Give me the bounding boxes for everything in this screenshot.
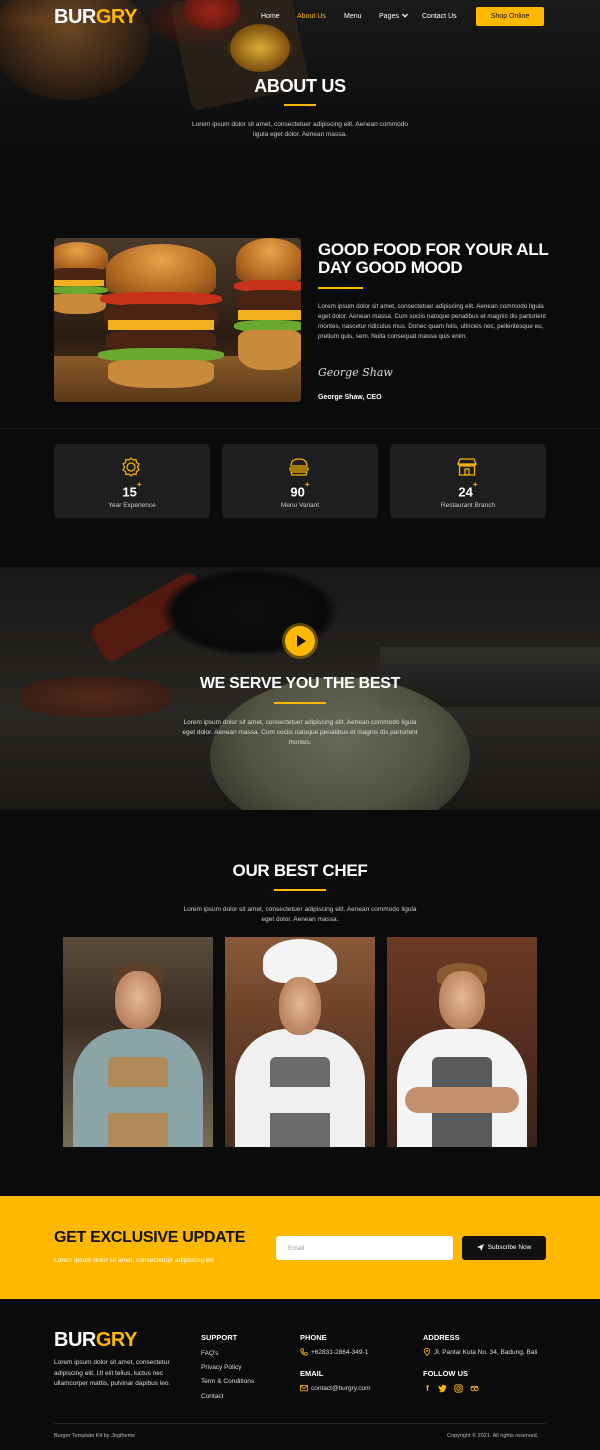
- stat-label: Restaurant Branch: [440, 502, 496, 509]
- copyright: Copyright © 2021. All rights reserved.: [447, 1433, 539, 1439]
- footer-link-contact[interactable]: Contact: [201, 1393, 223, 1400]
- chef-photo: [387, 937, 537, 1147]
- support-heading: SUPPORT: [201, 1333, 238, 1342]
- chef-underline: [274, 889, 326, 891]
- hero-description: Lorem ipsum dolor sit amet, consectetuer…: [191, 121, 409, 138]
- footer-link-terms[interactable]: Term & Conditions: [201, 1378, 254, 1385]
- phone-icon: [300, 1348, 308, 1356]
- chef-description: Lorem ipsum dolor sit amet, consectetuer…: [183, 906, 417, 923]
- stat-value: 90: [290, 484, 305, 500]
- page-title: ABOUT US: [254, 76, 346, 96]
- phone-number[interactable]: +62831-2864-349-1: [311, 1349, 368, 1356]
- email-heading: EMAIL: [300, 1369, 324, 1378]
- stat-value: 15: [122, 484, 137, 500]
- subscribe-button[interactable]: Subscribe Now: [462, 1236, 546, 1260]
- send-icon: [476, 1243, 484, 1251]
- footer-logo[interactable]: BURGRY: [54, 1329, 137, 1352]
- twitter-icon[interactable]: [438, 1384, 447, 1393]
- burgers-image: [54, 238, 301, 402]
- phone-heading: PHONE: [300, 1333, 327, 1342]
- newsletter-heading: GET EXCLUSIVE UPDATE: [54, 1229, 246, 1246]
- nav-item-menu[interactable]: Menu: [344, 13, 362, 20]
- shop-online-button[interactable]: Shop Online: [476, 7, 544, 26]
- stat-suffix: +: [136, 480, 142, 489]
- footer-link-faq[interactable]: FAQ's: [201, 1350, 219, 1357]
- stat-card-branch: 24+ Restaurant Branch: [390, 444, 546, 518]
- footer-credit: Burger Template Kit by Jegtheme: [54, 1433, 136, 1439]
- stat-suffix: +: [304, 480, 310, 489]
- ceo-name: George Shaw, CEO: [318, 394, 382, 401]
- nav-item-pages[interactable]: Pages: [379, 13, 408, 20]
- footer-description: Lorem ipsum dolor sit amet, consectetur …: [54, 1359, 171, 1387]
- address-heading: ADDRESS: [423, 1333, 460, 1342]
- section-divider: [0, 428, 600, 429]
- location-pin-icon: [423, 1348, 431, 1356]
- chevron-down-icon: [401, 13, 408, 18]
- award-badge-icon: [122, 457, 140, 477]
- mail-icon: [300, 1385, 308, 1392]
- chef-heading: OUR BEST CHEF: [232, 861, 368, 880]
- chef-photo: [63, 937, 213, 1147]
- top-navbar: BURGRY Home About Us Menu Pages Contact …: [0, 0, 600, 34]
- email-address[interactable]: contact@burgry.com: [311, 1385, 371, 1392]
- stat-value: 24: [458, 484, 473, 500]
- stat-label: Menu Variant: [280, 502, 320, 509]
- footer-link-privacy[interactable]: Privacy Policy: [201, 1364, 241, 1371]
- stat-card-experience: 15+ Year Experience: [54, 444, 210, 518]
- video-description: Lorem ipsum dolor sit amet, consectetuer…: [182, 719, 418, 746]
- footer-divider: [54, 1423, 546, 1424]
- nav-item-home[interactable]: Home: [261, 13, 280, 20]
- logo[interactable]: BURGRY: [54, 6, 137, 29]
- stat-suffix: +: [472, 480, 478, 489]
- nav-item-contact-us[interactable]: Contact Us: [422, 13, 457, 20]
- email-input[interactable]: [276, 1236, 453, 1260]
- nav-item-about-us[interactable]: About Us: [297, 13, 326, 20]
- store-icon: [457, 458, 477, 476]
- address-text: Jl. Pantai Kuta No. 34, Badung, Bali: [434, 1349, 538, 1356]
- tripadvisor-icon[interactable]: [470, 1384, 479, 1393]
- chef-photo: [225, 937, 375, 1147]
- video-heading: WE SERVE YOU THE BEST: [199, 675, 401, 692]
- burger-icon: [289, 458, 309, 476]
- stat-card-menu: 90+ Menu Variant: [222, 444, 378, 518]
- facebook-icon[interactable]: f: [423, 1384, 432, 1393]
- ceo-signature: George Shaw: [318, 366, 393, 379]
- follow-us-heading: FOLLOW US: [423, 1369, 468, 1378]
- about-description: Lorem ipsum dolor sit amet, consectetuer…: [318, 303, 546, 340]
- about-underline: [318, 287, 363, 289]
- video-underline: [274, 702, 326, 704]
- instagram-icon[interactable]: [454, 1384, 463, 1393]
- play-video-button[interactable]: [285, 626, 315, 656]
- stat-label: Year Experience: [108, 502, 156, 509]
- main-burger: [98, 244, 224, 394]
- newsletter-subtitle: Lorem ipsum dolor sit amet, consectetuer…: [54, 1257, 215, 1264]
- about-heading: GOOD FOOD FOR YOUR ALL DAY GOOD MOOD: [318, 240, 549, 277]
- title-underline: [284, 104, 316, 106]
